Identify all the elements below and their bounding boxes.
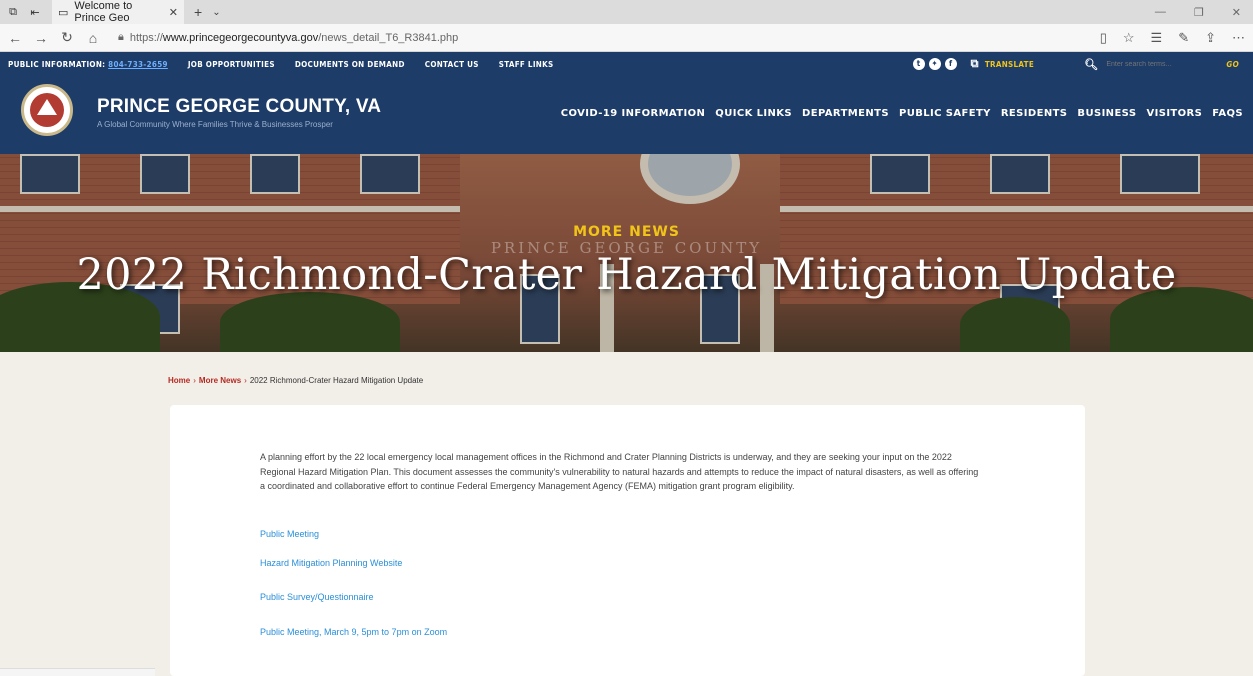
breadcrumb-home[interactable]: Home bbox=[168, 376, 190, 385]
page-icon: ▭ bbox=[58, 6, 69, 19]
job-opportunities-link[interactable]: JOB OPPORTUNITIES bbox=[188, 60, 275, 69]
nav-departments[interactable]: DEPARTMENTS bbox=[802, 108, 889, 119]
close-window-icon[interactable]: ✕ bbox=[1232, 6, 1241, 19]
translate-icon: ⧉ bbox=[970, 57, 979, 70]
phone-link[interactable]: 804-733-2659 bbox=[108, 60, 168, 69]
public-meeting-link[interactable]: Public Meeting bbox=[260, 529, 319, 539]
hazard-mitigation-website-link[interactable]: Hazard Mitigation Planning Website bbox=[260, 558, 402, 568]
favorite-star-icon[interactable]: ☆ bbox=[1123, 30, 1135, 46]
hero-banner: MORE NEWS PRINCE GEORGE COUNTY 2022 Rich… bbox=[0, 154, 1253, 352]
tab-actions-icon[interactable]: ⧉ bbox=[4, 3, 22, 21]
hero-section-label: MORE NEWS bbox=[573, 224, 680, 240]
nav-public-safety[interactable]: PUBLIC SAFETY bbox=[899, 108, 991, 119]
translate-label: TRANSLATE bbox=[984, 59, 1035, 69]
browser-actions: ▯ ☆ ☰ ✎ ⇪ ⋯ bbox=[1100, 30, 1253, 46]
forward-icon[interactable]: → bbox=[30, 30, 52, 46]
url-prefix: https:// bbox=[129, 31, 163, 44]
reading-view-icon[interactable]: ▯ bbox=[1100, 30, 1107, 46]
window-controls: — ❐ ✕ bbox=[1155, 6, 1253, 19]
restore-icon[interactable]: ❐ bbox=[1194, 6, 1204, 19]
breadcrumb-separator: › bbox=[193, 376, 196, 385]
nav-visitors[interactable]: VISITORS bbox=[1146, 108, 1202, 119]
public-info-label: PUBLIC INFORMATION: bbox=[8, 59, 106, 69]
back-icon[interactable]: ← bbox=[4, 30, 26, 46]
county-seal-logo[interactable] bbox=[21, 84, 73, 136]
status-bar bbox=[0, 668, 155, 676]
facebook-icon[interactable]: f bbox=[944, 58, 957, 70]
public-survey-link[interactable]: Public Survey/Questionnaire bbox=[260, 592, 374, 602]
refresh-icon[interactable]: ↻ bbox=[56, 29, 78, 46]
nav-covid-19[interactable]: COVID-19 INFORMATION bbox=[561, 108, 706, 119]
article-card: A planning effort by the 22 local emerge… bbox=[170, 405, 1085, 676]
minimize-icon[interactable]: — bbox=[1155, 6, 1166, 19]
nav-faqs[interactable]: FAQS bbox=[1212, 108, 1243, 119]
site-header: PRINCE GEORGE COUNTY, VA A Global Commun… bbox=[0, 76, 1253, 154]
browser-tab-bar: ⧉ ⇤ ▭ Welcome to Prince Geo ✕ + ⌄ — ❐ ✕ bbox=[0, 0, 1253, 24]
social-links: t ✦ f bbox=[912, 58, 957, 70]
tab-title: Welcome to Prince Geo bbox=[74, 0, 133, 24]
public-info: PUBLIC INFORMATION: 804-733-2659 bbox=[8, 60, 168, 69]
site-name: PRINCE GEORGE COUNTY, VA bbox=[97, 96, 382, 117]
go-button[interactable]: GO bbox=[1226, 60, 1239, 69]
main-nav: COVID-19 INFORMATION QUICK LINKS DEPARTM… bbox=[561, 108, 1243, 119]
breadcrumb-separator: › bbox=[244, 376, 247, 385]
site-tagline: A Global Community Where Families Thrive… bbox=[97, 120, 333, 129]
favorites-list-icon[interactable]: ☰ bbox=[1151, 30, 1163, 46]
address-bar-row: ← → ↻ ⌂ 🔒︎ https://www.princegeorgecount… bbox=[0, 24, 1253, 52]
utility-bar: PUBLIC INFORMATION: 804-733-2659 JOB OPP… bbox=[0, 52, 1253, 76]
chevron-down-icon[interactable]: ⌄ bbox=[212, 7, 220, 18]
translate-button[interactable]: ⧉ TRANSLATE bbox=[971, 57, 1034, 71]
article-body: A planning effort by the 22 local emerge… bbox=[260, 452, 979, 491]
search-input[interactable] bbox=[1106, 56, 1217, 72]
search-icon[interactable]: 🔍︎ bbox=[1084, 58, 1098, 71]
page-title: 2022 Richmond-Crater Hazard Mitigation U… bbox=[76, 250, 1177, 300]
nav-quick-links[interactable]: QUICK LINKS bbox=[715, 108, 792, 119]
contact-us-link[interactable]: CONTACT US bbox=[425, 60, 479, 69]
nav-residents[interactable]: RESIDENTS bbox=[1001, 108, 1068, 119]
nav-business[interactable]: BUSINESS bbox=[1077, 108, 1136, 119]
brand[interactable]: PRINCE GEORGE COUNTY, VA A Global Commun… bbox=[97, 96, 381, 129]
url-domain: www.princegeorgecountyva.gov bbox=[162, 31, 319, 44]
url-path: /news_detail_T6_R3841.php bbox=[318, 31, 459, 44]
share-icon[interactable]: ⇪ bbox=[1205, 30, 1216, 46]
staff-links-link[interactable]: STAFF LINKS bbox=[499, 60, 554, 69]
breadcrumb-current: 2022 Richmond-Crater Hazard Mitigation U… bbox=[249, 376, 424, 385]
new-tab-icon[interactable]: + bbox=[194, 4, 202, 20]
pen-icon[interactable]: ✎ bbox=[1178, 30, 1189, 46]
more-icon[interactable]: ⋯ bbox=[1232, 30, 1245, 46]
address-field[interactable]: 🔒︎ https://www.princegeorgecountyva.gov/… bbox=[118, 31, 458, 44]
home-icon[interactable]: ⌂ bbox=[82, 30, 104, 46]
breadcrumb: Home › More News › 2022 Richmond-Crater Haza… bbox=[168, 376, 423, 385]
breadcrumb-more-news[interactable]: More News bbox=[199, 376, 241, 385]
browser-tab[interactable]: ▭ Welcome to Prince Geo ✕ bbox=[52, 0, 184, 24]
set-aside-tabs-icon[interactable]: ⇤ bbox=[26, 3, 44, 21]
social-icon-1[interactable]: t bbox=[912, 58, 925, 70]
lock-icon: 🔒︎ bbox=[118, 31, 124, 43]
close-tab-icon[interactable]: ✕ bbox=[169, 6, 178, 19]
twitter-icon[interactable]: ✦ bbox=[928, 58, 941, 70]
public-meeting-zoom-link[interactable]: Public Meeting, March 9, 5pm to 7pm on Z… bbox=[260, 627, 447, 637]
documents-on-demand-link[interactable]: DOCUMENTS ON DEMAND bbox=[295, 60, 405, 69]
